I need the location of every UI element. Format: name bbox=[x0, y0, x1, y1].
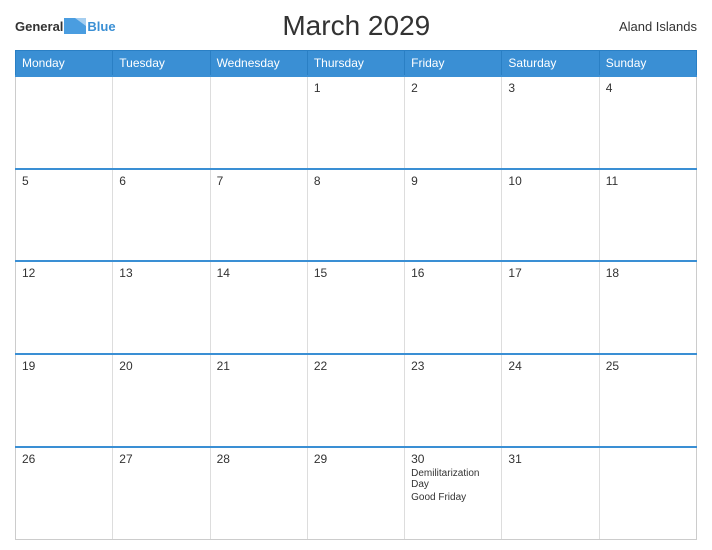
day-number: 8 bbox=[314, 174, 398, 188]
calendar-cell: 19 bbox=[16, 354, 113, 447]
calendar-cell: 13 bbox=[113, 261, 210, 354]
calendar-cell: 23 bbox=[405, 354, 502, 447]
calendar-cell: 31 bbox=[502, 447, 599, 540]
day-number: 13 bbox=[119, 266, 203, 280]
calendar-cell: 10 bbox=[502, 169, 599, 262]
day-number: 4 bbox=[606, 81, 690, 95]
calendar-cell: 3 bbox=[502, 76, 599, 169]
calendar-cell: 6 bbox=[113, 169, 210, 262]
day-number: 18 bbox=[606, 266, 690, 280]
calendar-cell bbox=[599, 447, 696, 540]
day-number: 2 bbox=[411, 81, 495, 95]
day-number: 1 bbox=[314, 81, 398, 95]
day-number: 17 bbox=[508, 266, 592, 280]
calendar-cell: 22 bbox=[307, 354, 404, 447]
logo: General Blue bbox=[15, 18, 116, 34]
day-number: 30 bbox=[411, 452, 495, 466]
col-wednesday: Wednesday bbox=[210, 51, 307, 77]
day-number: 19 bbox=[22, 359, 106, 373]
calendar-cell: 15 bbox=[307, 261, 404, 354]
calendar-cell: 4 bbox=[599, 76, 696, 169]
calendar-cell: 28 bbox=[210, 447, 307, 540]
col-monday: Monday bbox=[16, 51, 113, 77]
calendar-cell: 12 bbox=[16, 261, 113, 354]
day-number: 6 bbox=[119, 174, 203, 188]
day-number: 9 bbox=[411, 174, 495, 188]
day-number: 11 bbox=[606, 174, 690, 188]
calendar-cell: 18 bbox=[599, 261, 696, 354]
calendar-cell: 11 bbox=[599, 169, 696, 262]
logo-general-text: General bbox=[15, 19, 63, 34]
calendar-title: March 2029 bbox=[116, 10, 597, 42]
logo-blue-text: Blue bbox=[87, 19, 115, 34]
calendar-cell: 24 bbox=[502, 354, 599, 447]
calendar-cell: 17 bbox=[502, 261, 599, 354]
header: General Blue March 2029 Aland Islands bbox=[15, 10, 697, 42]
calendar-cell bbox=[113, 76, 210, 169]
day-number: 14 bbox=[217, 266, 301, 280]
calendar-cell: 5 bbox=[16, 169, 113, 262]
calendar-table: Monday Tuesday Wednesday Thursday Friday… bbox=[15, 50, 697, 540]
day-number: 7 bbox=[217, 174, 301, 188]
day-number: 21 bbox=[217, 359, 301, 373]
calendar-cell: 30 Demilitarization Day Good Friday bbox=[405, 447, 502, 540]
calendar-week-row: 26 27 28 29 30 Demilitarization Day Good Frida… bbox=[16, 447, 697, 540]
day-number: 12 bbox=[22, 266, 106, 280]
calendar-cell bbox=[16, 76, 113, 169]
col-tuesday: Tuesday bbox=[113, 51, 210, 77]
calendar-cell bbox=[210, 76, 307, 169]
calendar-cell: 8 bbox=[307, 169, 404, 262]
calendar-header-row: Monday Tuesday Wednesday Thursday Friday… bbox=[16, 51, 697, 77]
day-number: 5 bbox=[22, 174, 106, 188]
col-saturday: Saturday bbox=[502, 51, 599, 77]
day-number: 27 bbox=[119, 452, 203, 466]
calendar-week-row: 19 20 21 22 23 24 25 bbox=[16, 354, 697, 447]
calendar-cell: 1 bbox=[307, 76, 404, 169]
day-number: 26 bbox=[22, 452, 106, 466]
calendar-cell: 20 bbox=[113, 354, 210, 447]
day-number: 3 bbox=[508, 81, 592, 95]
calendar-week-row: 12 13 14 15 16 17 18 bbox=[16, 261, 697, 354]
day-number: 15 bbox=[314, 266, 398, 280]
calendar-cell: 21 bbox=[210, 354, 307, 447]
day-number: 22 bbox=[314, 359, 398, 373]
calendar-cell: 7 bbox=[210, 169, 307, 262]
day-number: 20 bbox=[119, 359, 203, 373]
day-number: 28 bbox=[217, 452, 301, 466]
calendar-cell: 2 bbox=[405, 76, 502, 169]
calendar-event: Demilitarization Day bbox=[411, 468, 495, 490]
day-number: 24 bbox=[508, 359, 592, 373]
calendar-event: Good Friday bbox=[411, 492, 495, 503]
calendar-page: General Blue March 2029 Aland Islands Mo… bbox=[0, 0, 712, 550]
calendar-cell: 29 bbox=[307, 447, 404, 540]
day-number: 31 bbox=[508, 452, 592, 466]
calendar-cell: 9 bbox=[405, 169, 502, 262]
day-number: 23 bbox=[411, 359, 495, 373]
calendar-cell: 25 bbox=[599, 354, 696, 447]
col-friday: Friday bbox=[405, 51, 502, 77]
calendar-week-row: 56789 10 11 bbox=[16, 169, 697, 262]
calendar-cell: 27 bbox=[113, 447, 210, 540]
day-number: 29 bbox=[314, 452, 398, 466]
day-number: 25 bbox=[606, 359, 690, 373]
day-number: 10 bbox=[508, 174, 592, 188]
day-number: 16 bbox=[411, 266, 495, 280]
region-label: Aland Islands bbox=[597, 19, 697, 34]
col-sunday: Sunday bbox=[599, 51, 696, 77]
calendar-cell: 16 bbox=[405, 261, 502, 354]
logo-flag-icon bbox=[64, 18, 86, 34]
calendar-week-row: 1234 bbox=[16, 76, 697, 169]
col-thursday: Thursday bbox=[307, 51, 404, 77]
calendar-cell: 26 bbox=[16, 447, 113, 540]
calendar-cell: 14 bbox=[210, 261, 307, 354]
